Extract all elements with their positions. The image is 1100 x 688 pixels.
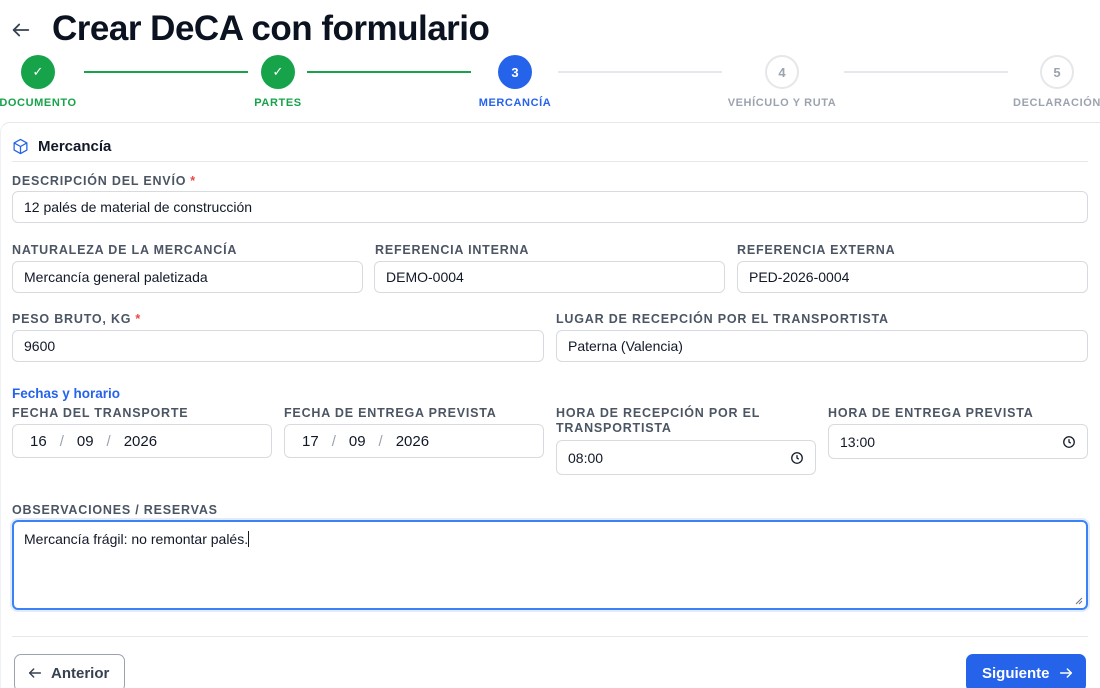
resize-handle-icon[interactable] <box>1075 597 1083 605</box>
date-year[interactable]: 2026 <box>396 433 429 450</box>
check-icon: ✓ <box>272 64 284 79</box>
step-connector <box>558 71 722 73</box>
back-arrow-icon[interactable] <box>10 19 32 41</box>
ref-interna-value: DEMO-0004 <box>386 269 464 285</box>
step-5-number: 5 <box>1053 64 1061 80</box>
hora-entrega-value: 13:00 <box>840 433 876 450</box>
lugar-input[interactable]: Paterna (Valencia) <box>556 330 1088 362</box>
observaciones-value: Mercancía frágil: no remontar palés. <box>24 531 249 547</box>
step-4-number: 4 <box>778 64 786 80</box>
step-3-number: 3 <box>511 64 519 80</box>
section-header: Mercancía <box>12 135 111 157</box>
fecha-entrega-label: FECHA DE ENTREGA PREVISTA <box>284 406 497 420</box>
previous-button[interactable]: Anterior <box>14 654 125 688</box>
date-separator: / <box>59 432 64 450</box>
step-1-label[interactable]: DOCUMENTO <box>0 97 77 109</box>
date-separator: / <box>331 432 336 450</box>
hora-recepcion-label: HORA DE RECEPCIÓN POR EL TRANSPORTISTA <box>556 406 760 436</box>
next-button-label: Siguiente <box>982 664 1050 682</box>
observaciones-label: OBSERVACIONES / RESERVAS <box>12 503 218 517</box>
step-5-label[interactable]: DECLARACIÓN <box>1013 97 1100 109</box>
arrow-right-icon <box>1059 668 1072 678</box>
page-header: Crear DeCA con formulario <box>0 0 1100 60</box>
step-4-circle[interactable]: 4 <box>765 55 799 89</box>
step-3-circle[interactable]: 3 <box>498 55 532 89</box>
section-divider <box>12 161 1088 162</box>
peso-value: 9600 <box>24 338 56 354</box>
step-connector <box>84 71 248 73</box>
section-title: Mercancía <box>38 137 112 155</box>
clock-icon[interactable] <box>790 451 804 465</box>
fecha-transporte-label: FECHA DEL TRANSPORTE <box>12 406 189 420</box>
check-icon: ✓ <box>32 64 44 79</box>
date-month[interactable]: 09 <box>77 433 94 450</box>
text-caret <box>248 531 250 547</box>
descripcion-label-text: DESCRIPCIÓN DEL ENVÍO <box>12 174 187 188</box>
peso-input[interactable]: 9600 <box>12 330 544 362</box>
required-marker: * <box>135 312 141 326</box>
next-button[interactable]: Siguiente <box>966 654 1086 688</box>
date-year[interactable]: 2026 <box>124 433 157 450</box>
date-separator: / <box>378 432 383 450</box>
hora-recepcion-label-line2: TRANSPORTISTA <box>556 421 672 435</box>
step-4-label[interactable]: VEHÍCULO Y RUTA <box>728 97 837 109</box>
page-title: Crear DeCA con formulario <box>52 9 490 48</box>
lugar-label: LUGAR DE RECEPCIÓN POR EL TRANSPORTISTA <box>556 312 889 326</box>
date-day[interactable]: 17 <box>302 433 319 450</box>
ref-interna-label: REFERENCIA INTERNA <box>375 243 530 257</box>
date-separator: / <box>106 432 111 450</box>
previous-button-label: Anterior <box>51 664 110 682</box>
ref-interna-input[interactable]: DEMO-0004 <box>374 261 725 293</box>
package-icon <box>13 138 28 154</box>
hora-entrega-label: HORA DE ENTREGA PREVISTA <box>828 406 1034 420</box>
descripcion-input[interactable]: 12 palés de material de construcción <box>12 191 1088 223</box>
step-connector <box>844 71 1008 73</box>
date-month[interactable]: 09 <box>349 433 366 450</box>
hora-recepcion-input[interactable]: 08:00 <box>556 440 816 475</box>
step-5-circle[interactable]: 5 <box>1040 55 1074 89</box>
hora-recepcion-value: 08:00 <box>568 449 604 466</box>
naturaleza-value: Mercancía general paletizada <box>24 269 208 285</box>
peso-label: PESO BRUTO, KG * <box>12 312 141 327</box>
step-1-circle[interactable]: ✓ <box>21 55 55 89</box>
descripcion-value: 12 palés de material de construcción <box>24 199 253 215</box>
step-2-circle[interactable]: ✓ <box>261 55 295 89</box>
fecha-transporte-input[interactable]: 16 / 09 / 2026 <box>12 424 272 458</box>
hora-recepcion-label-line1: HORA DE RECEPCIÓN POR EL <box>556 406 761 420</box>
clock-icon[interactable] <box>1062 435 1076 449</box>
required-marker: * <box>190 174 196 188</box>
step-2-label[interactable]: PARTES <box>254 97 301 109</box>
step-connector <box>307 71 471 73</box>
peso-label-text: PESO BRUTO, KG <box>12 312 132 326</box>
lugar-value: Paterna (Valencia) <box>568 338 683 354</box>
observaciones-textarea[interactable]: Mercancía frágil: no remontar palés. <box>12 520 1088 610</box>
ref-externa-input[interactable]: PED-2026-0004 <box>737 261 1088 293</box>
fechas-subtitle: Fechas y horario <box>12 386 121 401</box>
ref-externa-label: REFERENCIA EXTERNA <box>737 243 896 257</box>
naturaleza-label: NATURALEZA DE LA MERCANCÍA <box>12 243 238 257</box>
arrow-left-icon <box>28 668 42 678</box>
naturaleza-input[interactable]: Mercancía general paletizada <box>12 261 363 293</box>
date-day[interactable]: 16 <box>30 433 47 450</box>
hora-entrega-input[interactable]: 13:00 <box>828 424 1088 459</box>
fecha-entrega-input[interactable]: 17 / 09 / 2026 <box>284 424 544 458</box>
descripcion-label: DESCRIPCIÓN DEL ENVÍO * <box>12 174 196 189</box>
stepper: ✓ DOCUMENTO ✓ PARTES 3 MERCANCÍA 4 VEHÍC… <box>0 54 1100 114</box>
footer-divider <box>12 636 1088 637</box>
step-3-label[interactable]: MERCANCÍA <box>479 97 552 109</box>
ref-externa-value: PED-2026-0004 <box>749 269 850 285</box>
